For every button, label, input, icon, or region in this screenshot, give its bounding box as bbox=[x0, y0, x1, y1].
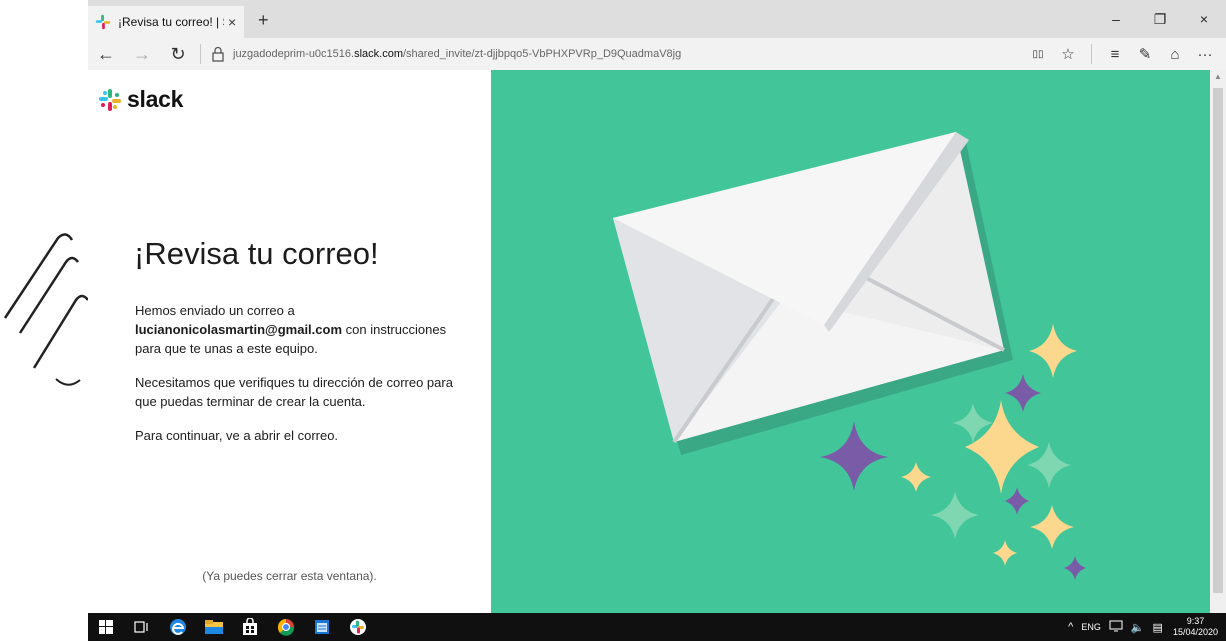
new-tab-button[interactable]: + bbox=[258, 10, 269, 31]
tray-arrow-icon[interactable]: ^ bbox=[1068, 621, 1073, 633]
ime-icon[interactable]: ENG bbox=[1081, 622, 1101, 632]
message-panel: slack ¡Revisa tu correo! Hemos enviado u… bbox=[88, 70, 491, 613]
network-icon[interactable] bbox=[1109, 620, 1123, 635]
lock-icon[interactable] bbox=[211, 46, 225, 62]
browser-window: ¡Revisa tu correo! | Slack × + – ❐ × ← →… bbox=[88, 0, 1226, 613]
browser-toolbar: ▯▯ ☆ ≡ ✎ ⌂ ··· bbox=[1023, 38, 1220, 70]
system-tray: ^ ENG 🔈 ▤ 9:37 15/04/2020 bbox=[1060, 613, 1218, 641]
tab-close-icon[interactable]: × bbox=[228, 14, 236, 30]
slack-logo[interactable]: slack bbox=[98, 86, 183, 113]
minimize-button[interactable]: – bbox=[1094, 0, 1138, 38]
page-title: ¡Revisa tu correo! bbox=[134, 236, 379, 271]
address-bar[interactable]: juzgadodeprim-u0c1516.slack.com/shared_i… bbox=[233, 48, 681, 60]
email-address: lucianonicolasmartin@gmail.com bbox=[135, 322, 343, 337]
refresh-button[interactable]: ↻ bbox=[160, 38, 196, 70]
slack-taskbar-icon[interactable] bbox=[340, 613, 376, 641]
slack-wordmark: slack bbox=[127, 86, 184, 112]
sent-email-text: Hemos enviado un correo a bbox=[135, 303, 295, 318]
restore-button[interactable]: ❐ bbox=[1138, 0, 1182, 38]
scroll-up-icon[interactable]: ▲ bbox=[1214, 72, 1222, 81]
scroll-thumb[interactable] bbox=[1213, 88, 1223, 593]
verify-paragraph: Necesitamos que verifiques tu dirección … bbox=[135, 375, 453, 409]
browser-tab[interactable]: ¡Revisa tu correo! | Slack × bbox=[88, 6, 244, 38]
window-controls: – ❐ × bbox=[1094, 0, 1226, 38]
url-domain: slack.com bbox=[354, 48, 403, 60]
envelope-illustration bbox=[613, 132, 1086, 580]
close-window-button[interactable]: × bbox=[1182, 0, 1226, 38]
sent-email-paragraph: Hemos enviado un correo a lucianonicolas… bbox=[135, 301, 455, 358]
task-view-icon[interactable] bbox=[124, 613, 160, 641]
clock-time: 9:37 bbox=[1186, 616, 1205, 626]
navigation-bar: ← → ↻ juzgadodeprim-u0c1516.slack.com/sh… bbox=[88, 38, 1226, 70]
edge-browser-icon[interactable] bbox=[160, 613, 196, 641]
volume-icon[interactable]: 🔈 bbox=[1131, 621, 1145, 634]
illustration-panel bbox=[491, 70, 1210, 613]
page-scrollbar[interactable]: ▲ bbox=[1210, 70, 1226, 613]
slack-favicon-icon bbox=[95, 14, 111, 30]
favorite-star-icon[interactable]: ☆ bbox=[1053, 38, 1083, 70]
url-path: /shared_invite/zt-djjbpqo5-VbPHXPVRp_D9Q… bbox=[403, 48, 682, 60]
store-icon[interactable] bbox=[232, 613, 268, 641]
file-explorer-icon[interactable] bbox=[196, 613, 232, 641]
notepad-icon[interactable] bbox=[304, 613, 340, 641]
forward-button[interactable]: → bbox=[124, 38, 160, 70]
tab-title: ¡Revisa tu correo! | Slack bbox=[118, 15, 224, 29]
web-notes-icon[interactable]: ✎ bbox=[1130, 38, 1160, 70]
more-menu-icon[interactable]: ··· bbox=[1190, 38, 1220, 70]
back-button[interactable]: ← bbox=[88, 38, 124, 70]
hub-icon[interactable]: ≡ bbox=[1100, 38, 1130, 70]
close-window-note: (Ya puedes cerrar esta ventana). bbox=[202, 569, 377, 583]
action-center-icon[interactable]: ▤ bbox=[1153, 621, 1163, 634]
taskbar: ^ ENG 🔈 ▤ 9:37 15/04/2020 bbox=[88, 613, 1226, 641]
share-icon[interactable]: ⌂ bbox=[1160, 38, 1190, 70]
clock-date: 15/04/2020 bbox=[1172, 627, 1218, 637]
reading-view-icon[interactable]: ▯▯ bbox=[1023, 38, 1053, 70]
pen-strokes bbox=[3, 233, 88, 386]
clock[interactable]: 9:37 15/04/2020 bbox=[1173, 616, 1218, 638]
page-content: slack ¡Revisa tu correo! Hemos enviado u… bbox=[88, 70, 1226, 613]
toolbar-separator bbox=[1091, 44, 1092, 64]
chrome-icon[interactable] bbox=[268, 613, 304, 641]
tab-bar: ¡Revisa tu correo! | Slack × + – ❐ × bbox=[88, 0, 1226, 38]
continue-paragraph: Para continuar, ve a abrir el correo. bbox=[135, 428, 339, 443]
windows-start-icon[interactable] bbox=[88, 613, 124, 641]
url-separator bbox=[200, 44, 201, 64]
slack-logo-icon bbox=[99, 88, 121, 111]
left-margin bbox=[0, 0, 88, 641]
url-prefix: juzgadodeprim-u0c1516. bbox=[233, 48, 355, 60]
